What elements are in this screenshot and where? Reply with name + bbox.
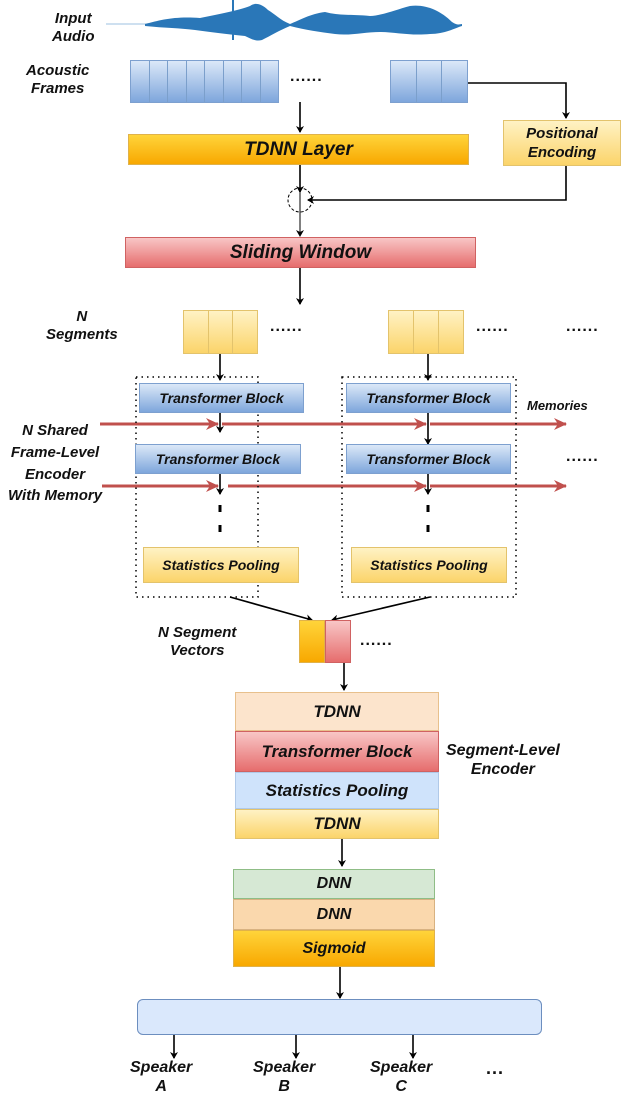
positional-encoding-box: Positional Encoding	[503, 120, 621, 166]
segment-encoder-transformer: Transformer Block	[235, 731, 439, 772]
frame-cell	[187, 61, 205, 102]
segment-cell	[439, 311, 463, 353]
speaker-c-label: Speaker C	[370, 1059, 433, 1096]
acoustic-frames-label: Acoustic Frames	[26, 62, 90, 97]
speakers-ellipsis: ...	[486, 1058, 505, 1078]
transformer-block-col1-1: Transformer Block	[139, 383, 304, 413]
frame-cell	[168, 61, 187, 102]
segment-cell	[209, 311, 234, 353]
segment-vectors-ellipsis: ......	[360, 632, 393, 649]
segment-group-2	[388, 310, 464, 354]
sliding-window-box: Sliding Window	[125, 237, 476, 268]
frame-cell	[261, 61, 279, 102]
segment-vectors-label: N Segment Vectors	[158, 624, 237, 659]
frame-cell	[442, 61, 467, 102]
statistics-pooling-col1: Statistics Pooling	[143, 547, 299, 583]
acoustic-frames-group-1	[130, 60, 279, 103]
frames-ellipsis: ......	[290, 68, 323, 85]
frame-cell	[150, 61, 168, 102]
frame-cell	[417, 61, 443, 102]
frame-cell	[224, 61, 242, 102]
segment-cell	[414, 311, 439, 353]
dnn-layer-2: DNN	[233, 899, 435, 930]
memories-label: Memories	[527, 398, 588, 413]
statistics-pooling-col2: Statistics Pooling	[351, 547, 507, 583]
segment-encoder-tdnn-1: TDNN	[235, 692, 439, 731]
segment-encoder-statistics-pooling: Statistics Pooling	[235, 772, 439, 809]
frame-cell	[391, 61, 417, 102]
segment-encoder-tdnn-2: TDNN	[235, 809, 439, 839]
segment-level-encoder-label: Segment-Level Encoder	[446, 742, 560, 779]
segment-vector-2	[325, 620, 351, 663]
segments-ellipsis-2: ......	[476, 318, 509, 335]
segment-vector-1	[299, 620, 325, 663]
frame-cell	[205, 61, 224, 102]
dnn-layer-1: DNN	[233, 869, 435, 899]
transformer-block-col2-1: Transformer Block	[346, 383, 511, 413]
segments-ellipsis-1: ......	[270, 318, 303, 335]
segment-cell	[184, 311, 209, 353]
acoustic-frames-group-2	[390, 60, 468, 103]
segment-group-1	[183, 310, 258, 354]
transformer-block-col1-2: Transformer Block	[135, 444, 301, 474]
frame-cell	[242, 61, 261, 102]
segment-cell	[233, 311, 257, 353]
n-segments-label: N Segments	[46, 308, 118, 343]
speaker-a-label: Speaker A	[130, 1059, 193, 1096]
speaker-b-label: Speaker B	[253, 1059, 316, 1096]
speaker-output-bar	[137, 999, 542, 1035]
transformer-block-col2-2: Transformer Block	[346, 444, 511, 474]
audio-waveform	[106, 0, 462, 41]
frame-cell	[131, 61, 150, 102]
sigmoid-layer: Sigmoid	[233, 930, 435, 967]
tdnn-layer-box: TDNN Layer	[128, 134, 469, 165]
frame-level-encoder-label: N Shared Frame-Level Encoder With Memory	[8, 422, 103, 505]
input-audio-label: Input Audio	[52, 10, 95, 45]
segments-ellipsis-3: ......	[566, 318, 599, 335]
segment-cell	[389, 311, 414, 353]
encoder-ellipsis: ......	[566, 448, 599, 465]
